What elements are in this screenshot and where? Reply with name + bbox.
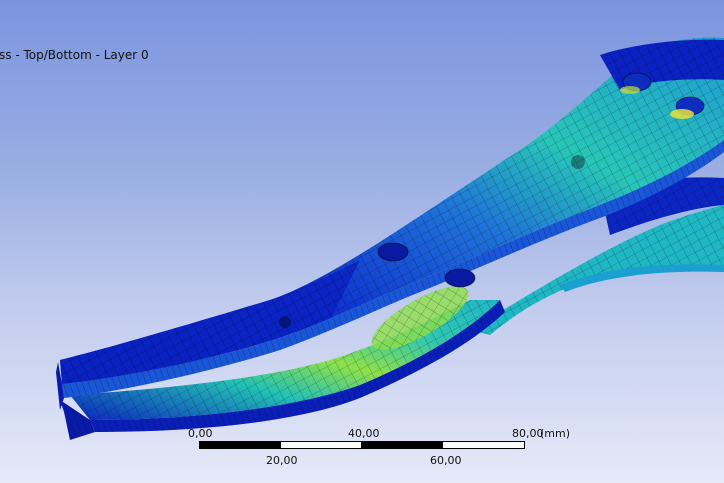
result-title-label: ss - Top/Bottom - Layer 0 — [0, 48, 149, 62]
fea-mesh-model[interactable] — [0, 0, 724, 483]
graphics-viewport[interactable]: ss - Top/Bottom - Layer 0 0,00 40,00 80,… — [0, 0, 724, 483]
